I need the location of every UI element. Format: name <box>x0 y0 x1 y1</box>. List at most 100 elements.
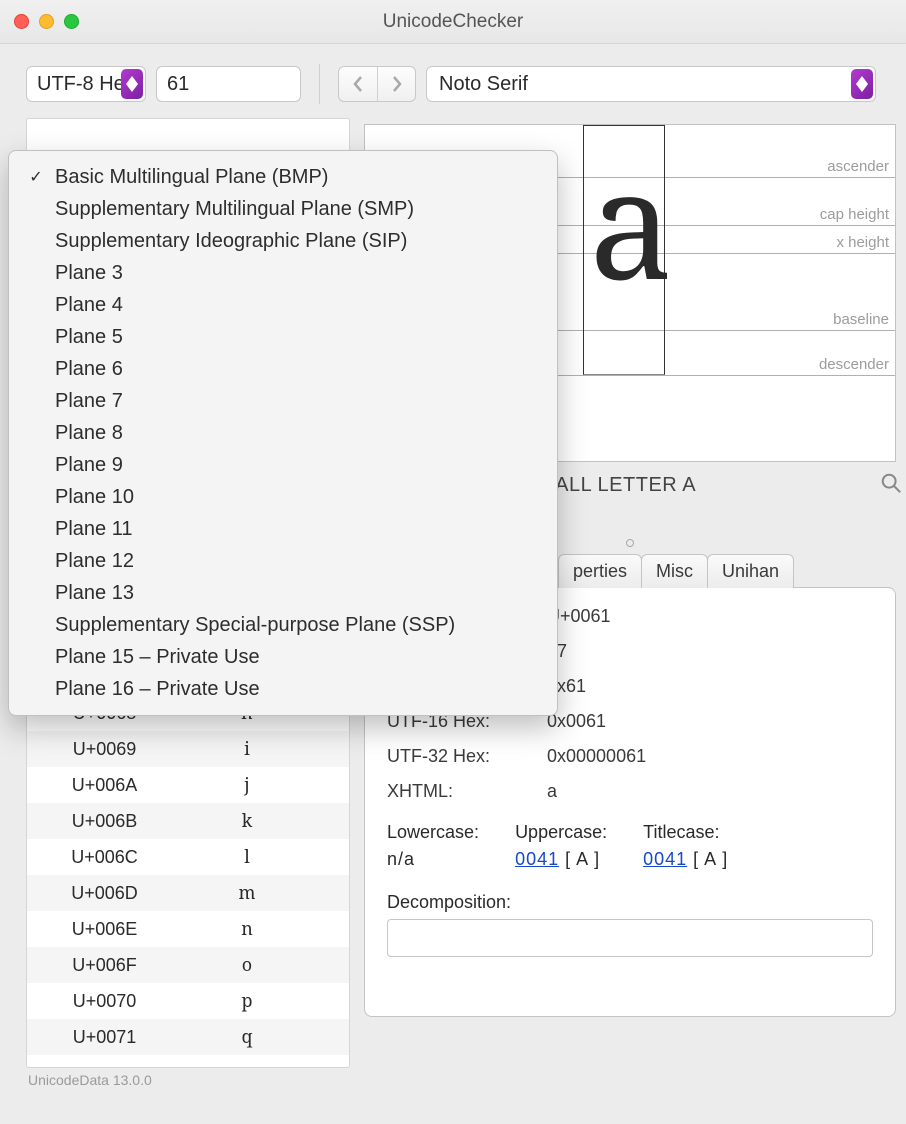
plane-menu-item-label: Supplementary Ideographic Plane (SIP) <box>55 230 407 253</box>
plane-menu-item-label: Plane 12 <box>55 550 134 573</box>
tab-misc[interactable]: Misc <box>641 554 708 588</box>
codepoint-cell: U+0069 <box>27 739 182 760</box>
codepoint-cell: U+006C <box>27 847 182 868</box>
glyph-cell: p <box>182 989 312 1013</box>
plane-menu-item-label: Plane 9 <box>55 454 123 477</box>
table-row[interactable]: U+0069i <box>27 731 349 767</box>
titlecase-link[interactable]: 0041 <box>643 849 687 869</box>
plane-menu-item[interactable]: Plane 15 – Private Use <box>9 641 557 673</box>
uppercase-label: Uppercase: <box>515 822 607 843</box>
zoom-window-button[interactable] <box>64 14 79 29</box>
plane-menu-item-label: Plane 6 <box>55 358 123 381</box>
plane-menu-item-label: Plane 7 <box>55 390 123 413</box>
codepoint-cell: U+006E <box>27 919 182 940</box>
plane-menu-item[interactable]: Plane 9 <box>9 449 557 481</box>
lowercase-value: n/a <box>387 849 479 870</box>
plane-menu[interactable]: ✓ Basic Multilingual Plane (BMP) Supplemen… <box>8 150 558 716</box>
plane-menu-item[interactable]: Supplementary Ideographic Plane (SIP) <box>9 225 557 257</box>
plane-menu-item-label: Plane 10 <box>55 486 134 509</box>
metric-baseline-label: baseline <box>833 311 889 330</box>
toolbar: UTF-8 Hex 61 Noto Serif <box>0 44 906 112</box>
codepoint-input[interactable]: 61 <box>156 66 301 102</box>
titlecase-label: Titlecase: <box>643 822 728 843</box>
table-row[interactable]: U+006Dm <box>27 875 349 911</box>
titlecase-suffix: [ A ] <box>687 849 728 869</box>
tab-unihan[interactable]: Unihan <box>707 554 794 588</box>
close-window-button[interactable] <box>14 14 29 29</box>
plane-menu-item[interactable]: Plane 4 <box>9 289 557 321</box>
nav-segmented <box>338 66 416 102</box>
plane-menu-item[interactable]: Plane 16 – Private Use <box>9 673 557 705</box>
lowercase-label: Lowercase: <box>387 822 479 843</box>
font-select-value: Noto Serif <box>439 73 528 96</box>
plane-menu-item[interactable]: Plane 10 <box>9 481 557 513</box>
nav-prev-button[interactable] <box>339 67 377 101</box>
chevron-right-icon <box>391 75 403 93</box>
glyph-cell: l <box>182 845 312 869</box>
table-row[interactable]: U+006Bk <box>27 803 349 839</box>
uppercase-link[interactable]: 0041 <box>515 849 559 869</box>
table-row[interactable]: U+0071q <box>27 1019 349 1055</box>
metric-capheight-label: cap height <box>820 206 889 225</box>
plane-menu-item[interactable]: Supplementary Multilingual Plane (SMP) <box>9 193 557 225</box>
codepoint-cell: U+006F <box>27 955 182 976</box>
decomposition-input[interactable] <box>387 919 873 957</box>
plane-menu-item[interactable]: Plane 8 <box>9 417 557 449</box>
search-icon <box>880 472 902 494</box>
table-row[interactable]: U+006Cl <box>27 839 349 875</box>
titlecase-value: 0041 [ A ] <box>643 849 728 870</box>
prop-decimal-value: 97 <box>547 641 873 662</box>
plane-menu-item-label: Plane 3 <box>55 262 123 285</box>
titlebar: UnicodeChecker <box>0 0 906 44</box>
plane-menu-item[interactable]: Plane 12 <box>9 545 557 577</box>
metric-xheight-label: x height <box>836 234 889 253</box>
plane-menu-item[interactable]: Plane 11 <box>9 513 557 545</box>
prop-utf32-label: UTF-32 Hex: <box>387 746 537 767</box>
font-select[interactable]: Noto Serif <box>426 66 876 102</box>
plane-menu-item[interactable]: Supplementary Special-purpose Plane (SSP… <box>9 609 557 641</box>
check-icon: ✓ <box>27 167 45 187</box>
plane-menu-item-label: Plane 8 <box>55 422 123 445</box>
plane-menu-item-label: Plane 16 – Private Use <box>55 678 260 701</box>
table-row[interactable]: U+006Fo <box>27 947 349 983</box>
plane-menu-item[interactable]: Plane 3 <box>9 257 557 289</box>
glyph-cell: n <box>182 917 312 941</box>
encoding-stepper-icon <box>121 69 143 99</box>
case-row: Lowercase: n/a Uppercase: 0041 [ A ] Tit… <box>387 802 873 870</box>
metric-ascender-label: ascender <box>827 158 889 177</box>
codepoint-cell: U+0070 <box>27 991 182 1012</box>
glyph-cell: j <box>182 773 312 797</box>
font-stepper-icon <box>851 69 873 99</box>
plane-menu-item-label: Basic Multilingual Plane (BMP) <box>55 166 328 189</box>
plane-menu-item-label: Plane 5 <box>55 326 123 349</box>
uppercase-value: 0041 [ A ] <box>515 849 607 870</box>
search-button[interactable] <box>880 472 902 500</box>
table-row[interactable]: U+0070p <box>27 983 349 1019</box>
prop-utf16-value: 0x0061 <box>547 711 873 732</box>
tab-properties[interactable]: perties <box>558 554 642 588</box>
table-row[interactable]: U+006En <box>27 911 349 947</box>
chevron-left-icon <box>352 75 364 93</box>
plane-menu-item[interactable]: Plane 13 <box>9 577 557 609</box>
plane-menu-item[interactable]: ✓ Basic Multilingual Plane (BMP) <box>9 161 557 193</box>
uppercase-suffix: [ A ] <box>559 849 600 869</box>
plane-menu-item-label: Plane 13 <box>55 582 134 605</box>
glyph-cell: o <box>182 953 312 977</box>
codepoint-input-value: 61 <box>167 73 189 96</box>
encoding-select[interactable]: UTF-8 Hex <box>26 66 146 102</box>
decomposition-label: Decomposition: <box>387 892 873 913</box>
plane-menu-item[interactable]: Plane 7 <box>9 385 557 417</box>
plane-menu-item-label: Supplementary Multilingual Plane (SMP) <box>55 198 414 221</box>
nav-next-button[interactable] <box>377 67 415 101</box>
glyph-cell: k <box>182 809 312 833</box>
prop-utf8-value: 0x61 <box>547 676 873 697</box>
plane-menu-item[interactable]: Plane 6 <box>9 353 557 385</box>
minimize-window-button[interactable] <box>39 14 54 29</box>
metric-descender-label: descender <box>819 356 889 375</box>
glyph-cell: m <box>182 881 312 905</box>
plane-menu-item[interactable]: Plane 5 <box>9 321 557 353</box>
table-row[interactable]: U+006Aj <box>27 767 349 803</box>
plane-menu-item-label: Supplementary Special-purpose Plane (SSP… <box>55 614 455 637</box>
plane-menu-item-label: Plane 11 <box>55 518 132 541</box>
prop-codepoint-value: U+0061 <box>547 606 873 627</box>
